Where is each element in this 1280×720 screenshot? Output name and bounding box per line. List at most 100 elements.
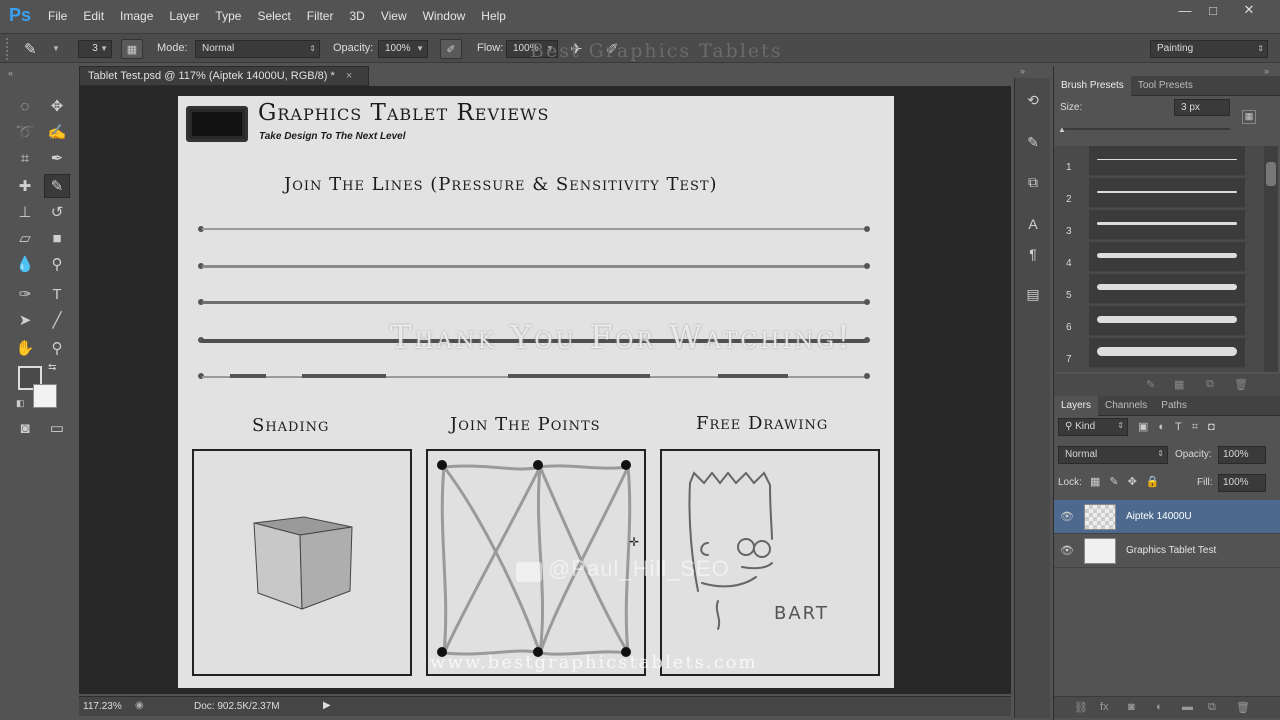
workspace-select[interactable]: Painting ⇕ bbox=[1150, 40, 1268, 58]
slider-thumb-icon[interactable]: ▲ bbox=[1058, 125, 1066, 134]
expand-panels-icon[interactable]: » bbox=[1020, 66, 1025, 76]
layer-row-graphics-tablet-test[interactable]: 👁 Graphics Tablet Test bbox=[1054, 534, 1280, 568]
menu-edit[interactable]: Edit bbox=[75, 0, 112, 31]
character-panel-icon[interactable]: A bbox=[1020, 212, 1046, 236]
menu-type[interactable]: Type bbox=[207, 0, 249, 31]
layer-name[interactable]: Aiptek 14000U bbox=[1126, 511, 1192, 522]
gradient-tool-icon[interactable]: ■ bbox=[44, 226, 70, 250]
brush-preset-row[interactable] bbox=[1089, 146, 1245, 176]
brush-preset-list[interactable]: 1 2 3 4 5 6 7 bbox=[1054, 146, 1264, 372]
document-canvas[interactable]: Graphics Tablet Reviews Take Design To T… bbox=[178, 96, 894, 688]
healing-brush-tool-icon[interactable]: ✚ bbox=[12, 174, 38, 198]
swap-colors-icon[interactable]: ⇆ bbox=[48, 362, 56, 373]
collapse-panel-icon[interactable]: » bbox=[1264, 66, 1269, 76]
close-icon[interactable]: × bbox=[346, 70, 352, 82]
clone-source-panel-icon[interactable]: ⧉ bbox=[1020, 170, 1046, 194]
history-panel-icon[interactable]: ⟲ bbox=[1020, 88, 1046, 112]
add-mask-icon[interactable]: ◙ bbox=[1128, 701, 1135, 713]
menu-layer[interactable]: Layer bbox=[161, 0, 207, 31]
brush-list-scrollbar[interactable] bbox=[1264, 146, 1278, 372]
eye-icon[interactable]: 👁 bbox=[1054, 510, 1080, 523]
menu-window[interactable]: Window bbox=[415, 0, 474, 31]
pen-tool-icon[interactable]: ✑ bbox=[12, 282, 38, 306]
default-colors-icon[interactable]: ◧ bbox=[16, 398, 25, 409]
brush-preset-row[interactable] bbox=[1089, 306, 1245, 336]
layer-style-fx-icon[interactable]: fx bbox=[1100, 701, 1109, 713]
move-tool-icon[interactable]: ✥ bbox=[44, 94, 70, 118]
tab-paths[interactable]: Paths bbox=[1154, 396, 1194, 416]
new-preset-icon[interactable]: ⧉ bbox=[1206, 378, 1214, 391]
opacity-input[interactable]: 100% ▼ bbox=[378, 40, 428, 58]
menu-image[interactable]: Image bbox=[112, 0, 161, 31]
line-tool-icon[interactable]: ╱ bbox=[44, 308, 70, 332]
brush-preset-row[interactable] bbox=[1089, 210, 1245, 240]
zoom-tool-icon[interactable]: ⚲ bbox=[44, 336, 70, 360]
zoom-level[interactable]: 117.23% bbox=[83, 701, 122, 712]
new-brush-icon[interactable]: ▦ bbox=[1242, 110, 1256, 124]
hand-tool-icon[interactable]: ✋ bbox=[12, 336, 38, 360]
brush-tool-icon[interactable]: ✎ bbox=[24, 40, 37, 58]
brush-preset-row[interactable] bbox=[1089, 242, 1245, 272]
brush-size-field[interactable]: 3 px bbox=[1174, 99, 1230, 116]
tool-preset-chevron-down-icon[interactable]: ▼ bbox=[52, 44, 60, 53]
eyedropper-tool-icon[interactable]: ✒ bbox=[44, 146, 70, 170]
menu-view[interactable]: View bbox=[373, 0, 415, 31]
brush-panel-icon[interactable]: ✎ bbox=[1020, 130, 1046, 154]
document-tab[interactable]: Tablet Test.psd @ 117% (Aiptek 14000U, R… bbox=[79, 66, 369, 86]
paragraph-panel-icon[interactable]: ¶ bbox=[1020, 242, 1046, 266]
brush-size-slider[interactable] bbox=[1062, 128, 1230, 130]
layer-filter-icons[interactable]: ▣◐T⌗◘ bbox=[1138, 420, 1225, 434]
clone-stamp-tool-icon[interactable]: ⊥ bbox=[12, 200, 38, 224]
adjustment-layer-icon[interactable]: ◐ bbox=[1156, 701, 1163, 713]
tab-channels[interactable]: Channels bbox=[1098, 396, 1154, 416]
maximize-button[interactable]: □ bbox=[1196, 0, 1230, 20]
delete-layer-icon[interactable]: 🗑 bbox=[1236, 701, 1250, 714]
layer-name[interactable]: Graphics Tablet Test bbox=[1126, 545, 1216, 556]
link-layers-icon[interactable]: ⛓ bbox=[1074, 701, 1088, 714]
properties-panel-icon[interactable]: ▤ bbox=[1020, 282, 1046, 306]
quick-select-tool-icon[interactable]: ✍ bbox=[44, 120, 70, 144]
share-icon[interactable]: ◉ bbox=[135, 700, 144, 711]
lock-option-icons[interactable]: ▦✎✥🔒 bbox=[1090, 475, 1169, 488]
brush-preset-row[interactable] bbox=[1089, 178, 1245, 208]
tab-brush-presets[interactable]: Brush Presets bbox=[1054, 75, 1131, 96]
path-selection-tool-icon[interactable]: ➤ bbox=[12, 308, 38, 332]
marquee-tool-icon[interactable]: ◌ bbox=[12, 94, 38, 118]
pressure-opacity-button[interactable]: ✐ bbox=[440, 39, 462, 59]
brush-grid-icon[interactable]: ▦ bbox=[1174, 378, 1184, 391]
menu-help[interactable]: Help bbox=[473, 0, 514, 31]
history-brush-tool-icon[interactable]: ↺ bbox=[44, 200, 70, 224]
menu-filter[interactable]: Filter bbox=[299, 0, 342, 31]
close-button[interactable]: ✕ bbox=[1232, 0, 1266, 20]
layer-opacity-input[interactable]: 100% bbox=[1218, 446, 1266, 464]
new-group-icon[interactable]: ▬ bbox=[1182, 701, 1193, 713]
brush-tool-icon[interactable]: ✎ bbox=[44, 174, 70, 198]
menu-3d[interactable]: 3D bbox=[341, 0, 372, 31]
brush-panel-toggle-button[interactable]: ▦ bbox=[121, 39, 143, 59]
status-menu-arrow-icon[interactable]: ▶ bbox=[323, 700, 331, 711]
background-color-swatch[interactable] bbox=[33, 384, 57, 408]
menu-file[interactable]: File bbox=[40, 0, 75, 31]
blur-tool-icon[interactable]: 💧 bbox=[12, 252, 38, 276]
brush-size-picker[interactable]: 3 ▼ bbox=[78, 40, 112, 58]
tab-layers[interactable]: Layers bbox=[1054, 395, 1099, 416]
brush-preset-row[interactable] bbox=[1089, 338, 1245, 368]
dodge-tool-icon[interactable]: ⚲ bbox=[44, 252, 70, 276]
layer-row-aiptek[interactable]: 👁 Aiptek 14000U bbox=[1054, 500, 1280, 534]
layer-fill-input[interactable]: 100% bbox=[1218, 474, 1266, 492]
lasso-tool-icon[interactable]: ➰ bbox=[12, 120, 38, 144]
new-layer-icon[interactable]: ⧉ bbox=[1208, 701, 1216, 714]
collapse-panel-icon[interactable]: « bbox=[8, 68, 13, 78]
eye-icon[interactable]: 👁 bbox=[1054, 544, 1080, 557]
layer-blend-mode-select[interactable]: Normal ⇕ bbox=[1058, 446, 1168, 464]
toggle-brush-panel-icon[interactable]: ✎ bbox=[1146, 378, 1155, 391]
scrollbar-thumb[interactable] bbox=[1266, 162, 1276, 186]
type-tool-icon[interactable]: T bbox=[44, 282, 70, 306]
brush-preset-row[interactable] bbox=[1089, 274, 1245, 304]
menu-select[interactable]: Select bbox=[249, 0, 298, 31]
layer-filter-kind-select[interactable]: ⚲ Kind ⇕ bbox=[1058, 418, 1128, 436]
screen-mode-icon[interactable]: ▭ bbox=[44, 416, 70, 440]
quick-mask-icon[interactable]: ◙ bbox=[12, 416, 38, 440]
mode-select[interactable]: Normal ⇕ bbox=[195, 40, 320, 58]
delete-preset-icon[interactable]: 🗑 bbox=[1234, 378, 1248, 391]
